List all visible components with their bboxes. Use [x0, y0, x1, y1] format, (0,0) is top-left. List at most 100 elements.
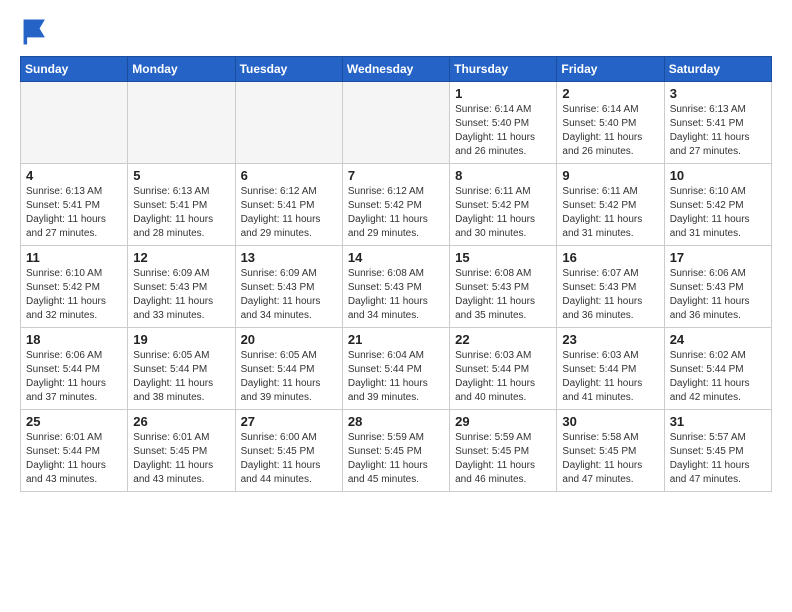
day-info: Sunrise: 6:13 AM Sunset: 5:41 PM Dayligh… [26, 185, 122, 241]
calendar-cell: 7 Sunrise: 6:12 AM Sunset: 5:42 PM Daylig… [342, 164, 449, 246]
calendar-cell: 30 Sunrise: 5:58 AM Sunset: 5:45 PM Dayli… [557, 410, 664, 492]
day-number: 16 [562, 250, 658, 265]
day-number: 5 [133, 168, 229, 183]
day-number: 6 [241, 168, 337, 183]
day-info: Sunrise: 6:05 AM Sunset: 5:44 PM Dayligh… [241, 349, 337, 405]
day-number: 25 [26, 414, 122, 429]
weekday-header-saturday: Saturday [664, 57, 771, 82]
calendar-cell: 31 Sunrise: 5:57 AM Sunset: 5:45 PM Dayli… [664, 410, 771, 492]
day-number: 17 [670, 250, 766, 265]
day-info: Sunrise: 6:03 AM Sunset: 5:44 PM Dayligh… [455, 349, 551, 405]
calendar-cell: 6 Sunrise: 6:12 AM Sunset: 5:41 PM Daylig… [235, 164, 342, 246]
day-info: Sunrise: 6:06 AM Sunset: 5:44 PM Dayligh… [26, 349, 122, 405]
page: SundayMondayTuesdayWednesdayThursdayFrid… [0, 0, 792, 612]
day-number: 29 [455, 414, 551, 429]
day-number: 1 [455, 86, 551, 101]
calendar-cell: 3 Sunrise: 6:13 AM Sunset: 5:41 PM Daylig… [664, 82, 771, 164]
day-info: Sunrise: 6:01 AM Sunset: 5:44 PM Dayligh… [26, 431, 122, 487]
day-number: 7 [348, 168, 444, 183]
day-number: 9 [562, 168, 658, 183]
day-info: Sunrise: 6:10 AM Sunset: 5:42 PM Dayligh… [670, 185, 766, 241]
calendar-cell: 20 Sunrise: 6:05 AM Sunset: 5:44 PM Dayli… [235, 328, 342, 410]
day-number: 26 [133, 414, 229, 429]
week-row-2: 4 Sunrise: 6:13 AM Sunset: 5:41 PM Daylig… [21, 164, 772, 246]
day-info: Sunrise: 6:08 AM Sunset: 5:43 PM Dayligh… [348, 267, 444, 323]
day-info: Sunrise: 6:14 AM Sunset: 5:40 PM Dayligh… [455, 103, 551, 159]
day-number: 20 [241, 332, 337, 347]
calendar-cell [21, 82, 128, 164]
calendar-cell: 25 Sunrise: 6:01 AM Sunset: 5:44 PM Dayli… [21, 410, 128, 492]
day-number: 2 [562, 86, 658, 101]
day-info: Sunrise: 6:10 AM Sunset: 5:42 PM Dayligh… [26, 267, 122, 323]
day-info: Sunrise: 6:12 AM Sunset: 5:42 PM Dayligh… [348, 185, 444, 241]
day-info: Sunrise: 6:00 AM Sunset: 5:45 PM Dayligh… [241, 431, 337, 487]
day-info: Sunrise: 6:02 AM Sunset: 5:44 PM Dayligh… [670, 349, 766, 405]
day-info: Sunrise: 6:05 AM Sunset: 5:44 PM Dayligh… [133, 349, 229, 405]
day-number: 30 [562, 414, 658, 429]
calendar-cell: 28Sunrise: 5:59 AM Sunset: 5:45 PM Dayli… [342, 410, 449, 492]
day-info: Sunrise: 6:08 AM Sunset: 5:43 PM Dayligh… [455, 267, 551, 323]
calendar-cell: 18 Sunrise: 6:06 AM Sunset: 5:44 PM Dayli… [21, 328, 128, 410]
weekday-header-row: SundayMondayTuesdayWednesdayThursdayFrid… [21, 57, 772, 82]
day-number: 4 [26, 168, 122, 183]
calendar-table: SundayMondayTuesdayWednesdayThursdayFrid… [20, 56, 772, 492]
day-info: Sunrise: 6:11 AM Sunset: 5:42 PM Dayligh… [562, 185, 658, 241]
day-number: 3 [670, 86, 766, 101]
day-info: Sunrise: 5:59 AM Sunset: 5:45 PM Dayligh… [455, 431, 551, 487]
calendar-cell: 12Sunrise: 6:09 AM Sunset: 5:43 PM Dayli… [128, 246, 235, 328]
calendar-cell: 4 Sunrise: 6:13 AM Sunset: 5:41 PM Daylig… [21, 164, 128, 246]
weekday-header-sunday: Sunday [21, 57, 128, 82]
logo [20, 16, 56, 48]
day-number: 15 [455, 250, 551, 265]
weekday-header-thursday: Thursday [450, 57, 557, 82]
week-row-1: 1 Sunrise: 6:14 AM Sunset: 5:40 PM Daylig… [21, 82, 772, 164]
week-row-3: 11 Sunrise: 6:10 AM Sunset: 5:42 PM Dayli… [21, 246, 772, 328]
header [20, 16, 772, 48]
calendar-cell: 16 Sunrise: 6:07 AM Sunset: 5:43 PM Dayli… [557, 246, 664, 328]
day-number: 18 [26, 332, 122, 347]
day-info: Sunrise: 6:13 AM Sunset: 5:41 PM Dayligh… [670, 103, 766, 159]
day-info: Sunrise: 6:14 AM Sunset: 5:40 PM Dayligh… [562, 103, 658, 159]
weekday-header-friday: Friday [557, 57, 664, 82]
week-row-4: 18 Sunrise: 6:06 AM Sunset: 5:44 PM Dayli… [21, 328, 772, 410]
calendar-cell: 2 Sunrise: 6:14 AM Sunset: 5:40 PM Daylig… [557, 82, 664, 164]
calendar-cell: 24 Sunrise: 6:02 AM Sunset: 5:44 PM Dayli… [664, 328, 771, 410]
day-info: Sunrise: 6:12 AM Sunset: 5:41 PM Dayligh… [241, 185, 337, 241]
day-info: Sunrise: 6:13 AM Sunset: 5:41 PM Dayligh… [133, 185, 229, 241]
day-number: 8 [455, 168, 551, 183]
calendar-cell: 1 Sunrise: 6:14 AM Sunset: 5:40 PM Daylig… [450, 82, 557, 164]
day-number: 31 [670, 414, 766, 429]
day-number: 23 [562, 332, 658, 347]
day-info: Sunrise: 6:06 AM Sunset: 5:43 PM Dayligh… [670, 267, 766, 323]
day-info: Sunrise: 6:09 AM Sunset: 5:43 PM Dayligh… [241, 267, 337, 323]
calendar-cell: 10 Sunrise: 6:10 AM Sunset: 5:42 PM Dayli… [664, 164, 771, 246]
day-info: Sunrise: 6:04 AM Sunset: 5:44 PM Dayligh… [348, 349, 444, 405]
calendar-cell [342, 82, 449, 164]
day-info: Sunrise: 5:58 AM Sunset: 5:45 PM Dayligh… [562, 431, 658, 487]
day-number: 28 [348, 414, 444, 429]
weekday-header-wednesday: Wednesday [342, 57, 449, 82]
calendar-cell: 23Sunrise: 6:03 AM Sunset: 5:44 PM Dayli… [557, 328, 664, 410]
week-row-5: 25 Sunrise: 6:01 AM Sunset: 5:44 PM Dayli… [21, 410, 772, 492]
day-number: 10 [670, 168, 766, 183]
day-number: 24 [670, 332, 766, 347]
calendar-cell [235, 82, 342, 164]
weekday-header-tuesday: Tuesday [235, 57, 342, 82]
calendar-cell: 5 Sunrise: 6:13 AM Sunset: 5:41 PM Daylig… [128, 164, 235, 246]
day-info: Sunrise: 6:07 AM Sunset: 5:43 PM Dayligh… [562, 267, 658, 323]
calendar-cell: 22 Sunrise: 6:03 AM Sunset: 5:44 PM Dayli… [450, 328, 557, 410]
day-number: 27 [241, 414, 337, 429]
calendar-cell: 13Sunrise: 6:09 AM Sunset: 5:43 PM Dayli… [235, 246, 342, 328]
calendar-cell: 11 Sunrise: 6:10 AM Sunset: 5:42 PM Dayli… [21, 246, 128, 328]
calendar-cell: 29 Sunrise: 5:59 AM Sunset: 5:45 PM Dayli… [450, 410, 557, 492]
calendar-cell: 9 Sunrise: 6:11 AM Sunset: 5:42 PM Daylig… [557, 164, 664, 246]
weekday-header-monday: Monday [128, 57, 235, 82]
day-info: Sunrise: 6:09 AM Sunset: 5:43 PM Dayligh… [133, 267, 229, 323]
day-number: 11 [26, 250, 122, 265]
day-info: Sunrise: 5:57 AM Sunset: 5:45 PM Dayligh… [670, 431, 766, 487]
calendar-cell: 15 Sunrise: 6:08 AM Sunset: 5:43 PM Dayli… [450, 246, 557, 328]
calendar-cell [128, 82, 235, 164]
day-number: 21 [348, 332, 444, 347]
calendar-cell: 21 Sunrise: 6:04 AM Sunset: 5:44 PM Dayli… [342, 328, 449, 410]
day-number: 22 [455, 332, 551, 347]
